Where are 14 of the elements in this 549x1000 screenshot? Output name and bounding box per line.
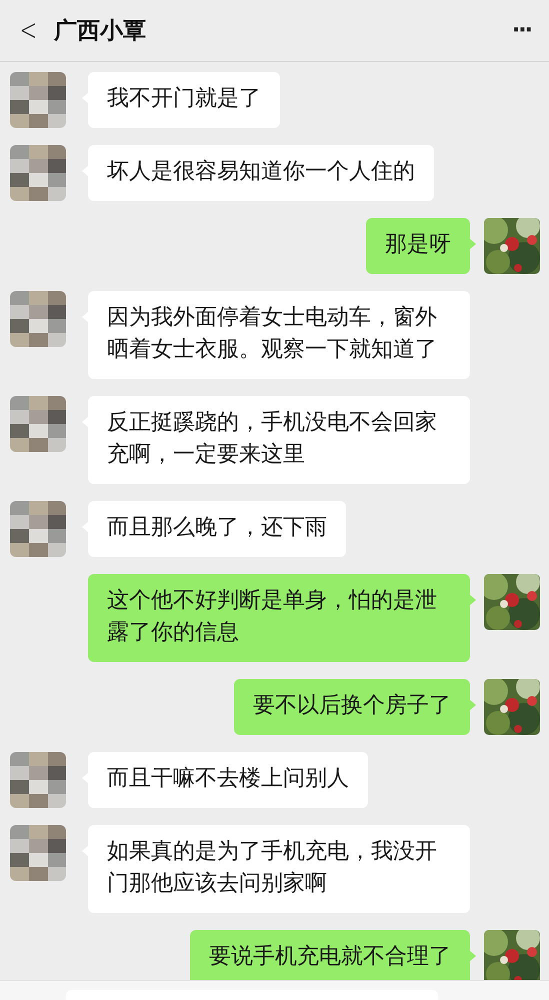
chat-title: 广西小覃 (54, 17, 147, 46)
more-button[interactable]: ··· (512, 18, 531, 43)
back-button[interactable]: < (20, 13, 36, 48)
message-bubble: 我不开门就是了 (88, 72, 280, 128)
message-bubble: 反正挺蹊跷的，手机没电不会回家充啊，一定要来这里 (88, 396, 470, 484)
message-bubble: 坏人是很容易知道你一个人住的 (88, 145, 434, 201)
message-bubble: 要不以后换个房子了 (234, 679, 470, 735)
message-bubble: 因为我外面停着女士电动车，窗外晒着女士衣服。观察一下就知道了 (88, 291, 470, 379)
message-bubble: 要说手机充电就不合理了 (190, 930, 470, 980)
message-bubble: 而且干嘛不去楼上问别人 (88, 752, 368, 808)
message-bubble: 如果真的是为了手机充电，我没开门那他应该去问别家啊 (88, 825, 470, 913)
message-bubble: 那是呀 (366, 218, 470, 274)
message-bubble: 而且那么晚了，还下雨 (88, 501, 346, 557)
message-bubble: 这个他不好判断是单身，怕的是泄露了你的信息 (88, 574, 470, 662)
